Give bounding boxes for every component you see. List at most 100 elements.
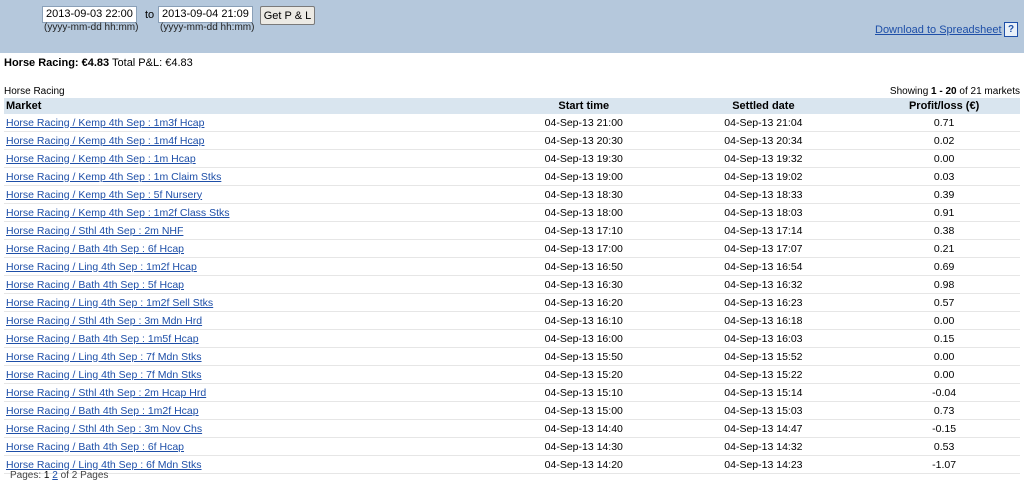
market-link[interactable]: Horse Racing / Ling 4th Sep : 1m2f Hcap bbox=[6, 261, 197, 273]
market-cell: Horse Racing / Ling 4th Sep : 1m2f Sell … bbox=[4, 293, 509, 312]
showing-prefix: Showing bbox=[889, 86, 929, 97]
market-link[interactable]: Horse Racing / Kemp 4th Sep : 5f Nursery bbox=[6, 189, 202, 201]
profit-loss-cell: 0.71 bbox=[868, 114, 1020, 132]
table-row: Horse Racing / Bath 4th Sep : 6f Hcap 04-… bbox=[4, 437, 1020, 456]
start-time-cell: 04-Sep-13 18:00 bbox=[508, 203, 659, 222]
profit-loss-cell: -0.04 bbox=[868, 383, 1020, 402]
settled-date-cell: 04-Sep-13 16:03 bbox=[658, 329, 869, 348]
header-start-time[interactable]: Start time bbox=[508, 98, 659, 114]
table-row: Horse Racing / Sthl 4th Sep : 3m Mdn Hrd… bbox=[4, 311, 1020, 330]
market-cell: Horse Racing / Kemp 4th Sep : 1m2f Class… bbox=[4, 203, 509, 222]
table-row: Horse Racing / Bath 4th Sep : 1m5f Hcap 0… bbox=[4, 329, 1020, 348]
profit-loss-cell: 0.69 bbox=[868, 257, 1020, 276]
settled-date-cell: 04-Sep-13 14:32 bbox=[658, 437, 869, 456]
showing-range: 1 - 20 bbox=[931, 86, 957, 97]
market-link[interactable]: Horse Racing / Ling 4th Sep : 6f Mdn Stk… bbox=[6, 459, 202, 471]
market-cell: Horse Racing / Bath 4th Sep : 1m5f Hcap bbox=[4, 329, 509, 348]
pages-suffix: of 2 Pages bbox=[60, 470, 109, 481]
market-link[interactable]: Horse Racing / Bath 4th Sep : 6f Hcap bbox=[6, 243, 184, 255]
profit-loss-cell: -0.15 bbox=[868, 419, 1020, 438]
market-link[interactable]: Horse Racing / Sthl 4th Sep : 2m Hcap Hr… bbox=[6, 387, 206, 399]
pl-summary: Horse Racing: €4.83 Total P&L: €4.83 bbox=[4, 57, 193, 69]
settled-date-cell: 04-Sep-13 19:02 bbox=[658, 167, 869, 186]
settled-date-cell: 04-Sep-13 18:33 bbox=[658, 185, 869, 204]
market-link[interactable]: Horse Racing / Kemp 4th Sep : 1m2f Class… bbox=[6, 207, 230, 219]
download-spreadsheet-link[interactable]: Download to Spreadsheet bbox=[875, 24, 1002, 36]
profit-loss-cell: 0.53 bbox=[868, 437, 1020, 456]
table-row: Horse Racing / Sthl 4th Sep : 2m Hcap Hr… bbox=[4, 383, 1020, 402]
market-cell: Horse Racing / Sthl 4th Sep : 2m Hcap Hr… bbox=[4, 383, 509, 402]
market-cell: Horse Racing / Ling 4th Sep : 7f Mdn Stk… bbox=[4, 347, 509, 366]
settled-date-cell: 04-Sep-13 15:22 bbox=[658, 365, 869, 384]
start-time-cell: 04-Sep-13 19:30 bbox=[508, 149, 659, 168]
market-cell: Horse Racing / Kemp 4th Sep : 1m Claim S… bbox=[4, 167, 509, 186]
table-row: Horse Racing / Ling 4th Sep : 1m2f Sell … bbox=[4, 293, 1020, 312]
table-row: Horse Racing / Bath 4th Sep : 1m2f Hcap 0… bbox=[4, 401, 1020, 420]
table-row: Horse Racing / Kemp 4th Sep : 1m Claim S… bbox=[4, 167, 1020, 186]
market-link[interactable]: Horse Racing / Bath 4th Sep : 6f Hcap bbox=[6, 441, 184, 453]
start-time-cell: 04-Sep-13 17:10 bbox=[508, 221, 659, 240]
market-link[interactable]: Horse Racing / Sthl 4th Sep : 3m Nov Chs bbox=[6, 423, 202, 435]
market-link[interactable]: Horse Racing / Kemp 4th Sep : 1m4f Hcap bbox=[6, 135, 204, 147]
profit-loss-cell: 0.03 bbox=[868, 167, 1020, 186]
settled-date-cell: 04-Sep-13 17:07 bbox=[658, 239, 869, 258]
start-time-cell: 04-Sep-13 15:00 bbox=[508, 401, 659, 420]
market-cell: Horse Racing / Bath 4th Sep : 5f Hcap bbox=[4, 275, 509, 294]
market-cell: Horse Racing / Kemp 4th Sep : 5f Nursery bbox=[4, 185, 509, 204]
table-row: Horse Racing / Kemp 4th Sep : 1m2f Class… bbox=[4, 203, 1020, 222]
help-icon[interactable]: ? bbox=[1004, 22, 1018, 37]
start-time-cell: 04-Sep-13 18:30 bbox=[508, 185, 659, 204]
start-time-cell: 04-Sep-13 16:30 bbox=[508, 275, 659, 294]
profit-loss-cell: 0.57 bbox=[868, 293, 1020, 312]
market-link[interactable]: Horse Racing / Sthl 4th Sep : 3m Mdn Hrd bbox=[6, 315, 202, 327]
header-settled-date[interactable]: Settled date bbox=[658, 98, 869, 114]
market-link[interactable]: Horse Racing / Kemp 4th Sep : 1m Hcap bbox=[6, 153, 196, 165]
header-market[interactable]: Market bbox=[4, 98, 509, 114]
market-link[interactable]: Horse Racing / Bath 4th Sep : 5f Hcap bbox=[6, 279, 184, 291]
start-time-cell: 04-Sep-13 16:10 bbox=[508, 311, 659, 330]
table-row: Horse Racing / Ling 4th Sep : 7f Mdn Stk… bbox=[4, 347, 1020, 366]
table-row: Horse Racing / Kemp 4th Sep : 1m4f Hcap 0… bbox=[4, 131, 1020, 150]
profit-loss-cell: 0.38 bbox=[868, 221, 1020, 240]
settled-date-cell: 04-Sep-13 15:14 bbox=[658, 383, 869, 402]
market-cell: Horse Racing / Kemp 4th Sep : 1m Hcap bbox=[4, 149, 509, 168]
table-row: Horse Racing / Bath 4th Sep : 5f Hcap 04-… bbox=[4, 275, 1020, 294]
total-pl-value: €4.83 bbox=[165, 57, 193, 69]
showing-count: Showing 1 - 20 of 21 markets bbox=[890, 86, 1020, 97]
to-date-input[interactable]: 2013-09-04 21:09 bbox=[158, 6, 253, 23]
market-link[interactable]: Horse Racing / Ling 4th Sep : 1m2f Sell … bbox=[6, 297, 213, 309]
start-time-cell: 04-Sep-13 14:20 bbox=[508, 455, 659, 474]
start-time-cell: 04-Sep-13 16:00 bbox=[508, 329, 659, 348]
market-link[interactable]: Horse Racing / Kemp 4th Sep : 1m Claim S… bbox=[6, 171, 221, 183]
profit-loss-cell: 0.39 bbox=[868, 185, 1020, 204]
settled-date-cell: 04-Sep-13 15:52 bbox=[658, 347, 869, 366]
market-cell: Horse Racing / Kemp 4th Sep : 1m4f Hcap bbox=[4, 131, 509, 150]
total-pl-label: Total P&L: bbox=[112, 57, 163, 69]
market-link[interactable]: Horse Racing / Bath 4th Sep : 1m5f Hcap bbox=[6, 333, 199, 345]
settled-date-cell: 04-Sep-13 16:54 bbox=[658, 257, 869, 276]
settled-date-cell: 04-Sep-13 14:23 bbox=[658, 455, 869, 474]
profit-loss-cell: 0.98 bbox=[868, 275, 1020, 294]
header-profit-loss[interactable]: Profit/loss (€) bbox=[868, 98, 1020, 114]
get-pl-button[interactable]: Get P & L bbox=[260, 6, 315, 25]
table-row: Horse Racing / Ling 4th Sep : 6f Mdn Stk… bbox=[4, 455, 1020, 474]
market-link[interactable]: Horse Racing / Ling 4th Sep : 7f Mdn Stk… bbox=[6, 351, 202, 363]
market-link[interactable]: Horse Racing / Sthl 4th Sep : 2m NHF bbox=[6, 225, 183, 237]
from-date-input[interactable]: 2013-09-03 22:00 bbox=[42, 6, 137, 23]
market-cell: Horse Racing / Sthl 4th Sep : 2m NHF bbox=[4, 221, 509, 240]
to-format-hint: (yyyy-mm-dd hh:mm) bbox=[160, 22, 255, 33]
profit-loss-cell: -1.07 bbox=[868, 455, 1020, 474]
market-link[interactable]: Horse Racing / Kemp 4th Sep : 1m3f Hcap bbox=[6, 117, 204, 129]
market-link[interactable]: Horse Racing / Bath 4th Sep : 1m2f Hcap bbox=[6, 405, 199, 417]
settled-date-cell: 04-Sep-13 20:34 bbox=[658, 131, 869, 150]
page-link-2[interactable]: 2 bbox=[52, 470, 58, 481]
table-row: Horse Racing / Ling 4th Sep : 7f Mdn Stk… bbox=[4, 365, 1020, 384]
markets-table: Market Start time Settled date Profit/lo… bbox=[4, 98, 1020, 474]
profit-loss-cell: 0.00 bbox=[868, 149, 1020, 168]
table-row: Horse Racing / Sthl 4th Sep : 3m Nov Chs… bbox=[4, 419, 1020, 438]
filter-bar: 2013-09-03 22:00 to 2013-09-04 21:09 (yy… bbox=[0, 0, 1024, 53]
profit-loss-cell: 0.21 bbox=[868, 239, 1020, 258]
page-current: 1 bbox=[43, 470, 50, 481]
market-link[interactable]: Horse Racing / Ling 4th Sep : 7f Mdn Stk… bbox=[6, 369, 202, 381]
profit-loss-cell: 0.73 bbox=[868, 401, 1020, 420]
